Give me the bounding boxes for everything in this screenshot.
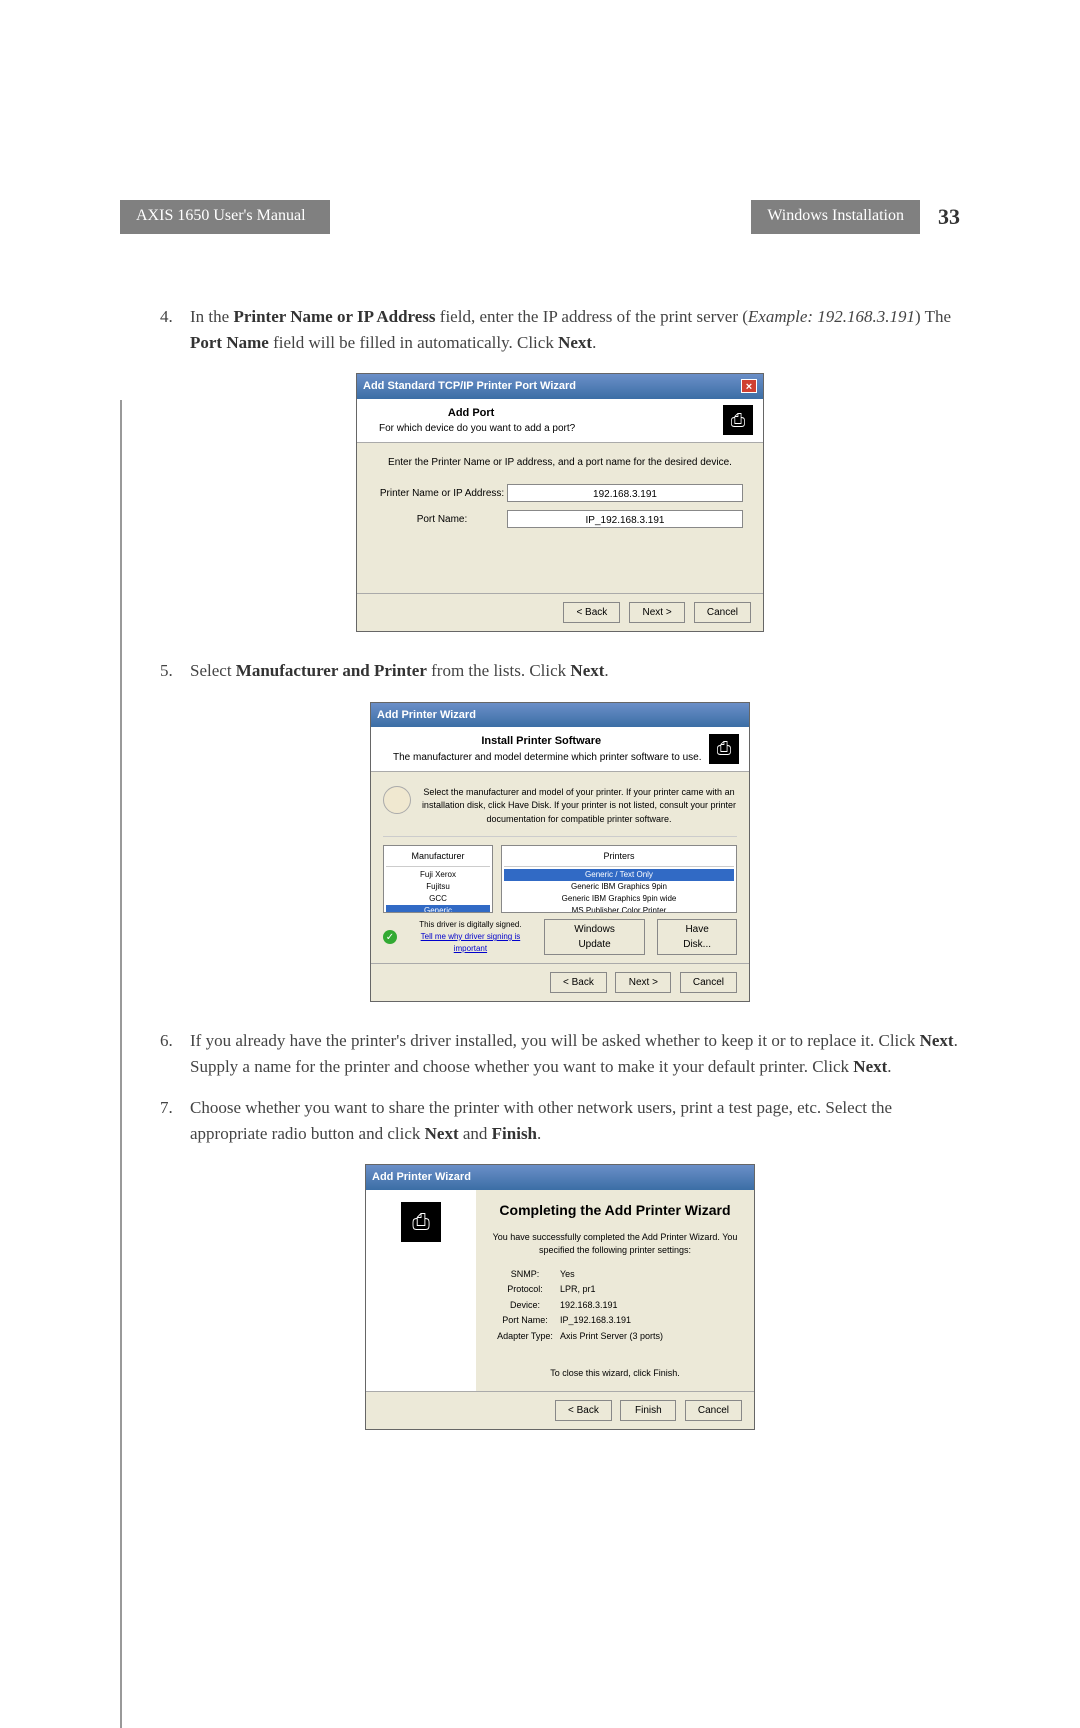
cancel-button[interactable]: Cancel: [694, 602, 751, 623]
page-number: 33: [920, 200, 960, 234]
manual-title: AXIS 1650 User's Manual: [120, 200, 330, 234]
manufacturer-listbox[interactable]: Manufacturer Fuji Xerox Fujitsu GCC Gene…: [383, 845, 493, 913]
finish-button[interactable]: Finish: [620, 1400, 676, 1421]
list-item[interactable]: Generic IBM Graphics 9pin wide: [504, 893, 734, 905]
close-icon[interactable]: ×: [741, 379, 757, 393]
port-name-input[interactable]: IP_192.168.3.191: [507, 510, 743, 528]
list-item[interactable]: Generic IBM Graphics 9pin: [504, 881, 734, 893]
list-item-selected[interactable]: Generic / Text Only: [504, 869, 734, 881]
driver-signing-link[interactable]: Tell me why driver signing is important: [403, 931, 538, 955]
step-5: 5. Select Manufacturer and Printer from …: [160, 658, 960, 684]
back-button[interactable]: < Back: [563, 602, 620, 623]
step-number: 5.: [160, 658, 190, 684]
printers-listbox[interactable]: Printers Generic / Text Only Generic IBM…: [501, 845, 737, 913]
step-text: In the Printer Name or IP Address field,…: [190, 304, 960, 355]
printer-icon: ⎙: [709, 734, 739, 764]
dialog-titlebar: Add Printer Wizard: [371, 703, 749, 728]
next-button[interactable]: Next >: [615, 972, 671, 993]
back-button[interactable]: < Back: [555, 1400, 612, 1421]
step-number: 7.: [160, 1095, 190, 1146]
list-item[interactable]: Fuji Xerox: [386, 869, 490, 881]
ip-address-label: Printer Name or IP Address:: [377, 486, 507, 501]
step-text: Select Manufacturer and Printer from the…: [190, 658, 960, 684]
page-header: AXIS 1650 User's Manual Windows Installa…: [120, 200, 960, 234]
section-title: Windows Installation: [751, 200, 920, 234]
disk-icon: [383, 786, 411, 814]
cancel-button[interactable]: Cancel: [680, 972, 737, 993]
back-button[interactable]: < Back: [550, 972, 607, 993]
step-number: 4.: [160, 304, 190, 355]
screenshot-add-port-wizard: Add Standard TCP/IP Printer Port Wizard …: [160, 373, 960, 632]
left-margin-rule: [120, 400, 122, 1728]
list-item-selected[interactable]: Generic: [386, 905, 490, 914]
next-button[interactable]: Next >: [629, 602, 685, 623]
have-disk-button[interactable]: Have Disk...: [657, 919, 737, 955]
screenshot-install-printer-software: Add Printer Wizard Install Printer Softw…: [160, 702, 960, 1003]
dialog-titlebar: Add Printer Wizard: [366, 1165, 754, 1190]
step-text: If you already have the printer's driver…: [190, 1028, 960, 1079]
port-name-label: Port Name:: [377, 512, 507, 527]
windows-update-button[interactable]: Windows Update: [544, 919, 645, 955]
list-item[interactable]: GCC: [386, 893, 490, 905]
ip-address-input[interactable]: 192.168.3.191: [507, 484, 743, 502]
list-item[interactable]: Fujitsu: [386, 881, 490, 893]
screenshot-completing-wizard: Add Printer Wizard ⎙ Completing the Add …: [160, 1164, 960, 1430]
step-6: 6. If you already have the printer's dri…: [160, 1028, 960, 1079]
printer-icon: ⎙: [401, 1202, 441, 1242]
signed-check-icon: ✓: [383, 930, 397, 944]
step-text: Choose whether you want to share the pri…: [190, 1095, 960, 1146]
cancel-button[interactable]: Cancel: [685, 1400, 742, 1421]
step-7: 7. Choose whether you want to share the …: [160, 1095, 960, 1146]
step-number: 6.: [160, 1028, 190, 1079]
printer-port-icon: ⎙: [723, 405, 753, 435]
list-item[interactable]: MS Publisher Color Printer: [504, 905, 734, 914]
step-4: 4. In the Printer Name or IP Address fie…: [160, 304, 960, 355]
dialog-titlebar: Add Standard TCP/IP Printer Port Wizard …: [357, 374, 763, 399]
